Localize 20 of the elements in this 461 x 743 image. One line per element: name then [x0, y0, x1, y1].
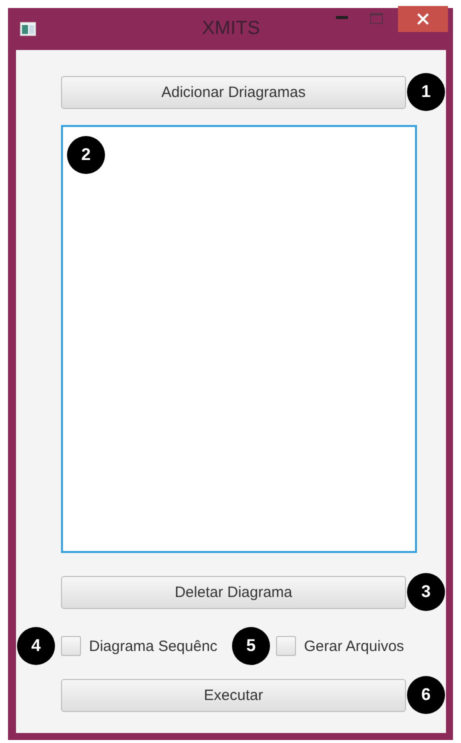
- callout-number: 5: [232, 627, 270, 665]
- checkbox[interactable]: [276, 636, 296, 656]
- app-icon: [20, 22, 36, 36]
- run-button[interactable]: Executar: [61, 679, 406, 712]
- checkbox-label: Diagrama Sequênc: [89, 638, 218, 654]
- delete-diagram-button[interactable]: Deletar Diagrama: [61, 576, 406, 609]
- callout-number: 4: [17, 627, 55, 665]
- checkbox[interactable]: [61, 636, 81, 656]
- close-button[interactable]: [398, 6, 448, 32]
- callout-number: 1: [407, 73, 445, 111]
- callout-number: 6: [407, 676, 445, 714]
- checkbox-label: Gerar Arquivos: [304, 638, 404, 654]
- diagram-list[interactable]: 2: [61, 125, 417, 553]
- minimize-icon: [336, 16, 348, 20]
- window-title: XMITS: [202, 18, 260, 40]
- close-icon: [417, 13, 429, 25]
- callout-number: 3: [407, 573, 445, 611]
- callout-number: 2: [67, 136, 105, 174]
- add-diagrams-button[interactable]: Adicionar Driagramas: [61, 76, 406, 109]
- maximize-icon: [370, 12, 382, 24]
